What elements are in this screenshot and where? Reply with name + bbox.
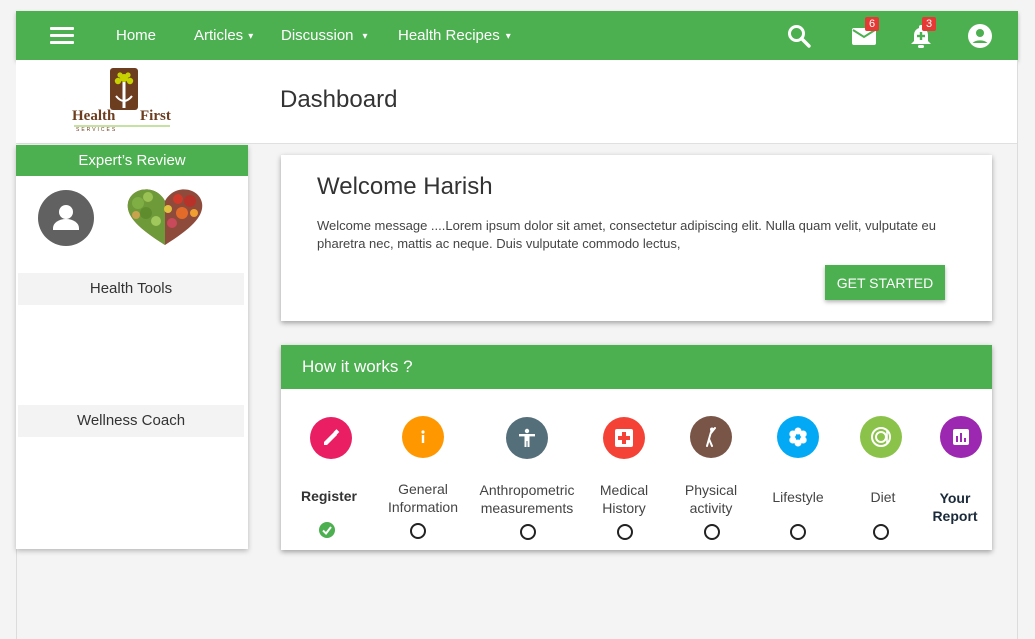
body-icon xyxy=(519,428,535,447)
notification-count-badge: 3 xyxy=(922,17,936,31)
welcome-title: Welcome Harish xyxy=(317,173,493,200)
search-icon[interactable] xyxy=(786,23,812,49)
step-diet-button[interactable] xyxy=(860,416,902,458)
health-first-logo: Health First SERVICES xyxy=(72,68,172,133)
health-tools-section[interactable]: Health Tools xyxy=(18,273,244,305)
menu-icon[interactable] xyxy=(50,27,74,45)
step-general-information-label: General Information xyxy=(387,481,459,515)
nav-home[interactable]: Home xyxy=(116,27,156,44)
chevron-down-icon: ▾ xyxy=(505,31,511,42)
step-diet-radio[interactable] xyxy=(873,524,889,540)
medical-cross-icon xyxy=(615,429,633,447)
mail-count-badge: 6 xyxy=(865,17,879,31)
step-register-check-icon[interactable] xyxy=(319,522,335,538)
nav-discussion-label: Discussion xyxy=(281,27,354,44)
notifications-icon[interactable]: 3 xyxy=(908,17,936,49)
step-medical-history-button[interactable] xyxy=(603,417,645,459)
wellness-coach-section[interactable]: Wellness Coach xyxy=(18,405,244,437)
nav-home-label: Home xyxy=(116,27,157,44)
info-icon xyxy=(421,430,425,443)
healthy-food-heart-image xyxy=(124,187,206,247)
nav-articles-label: Articles xyxy=(194,27,244,44)
experts-review-header[interactable]: Expert’s Review xyxy=(16,145,248,176)
chevron-down-icon: ▾ xyxy=(248,31,254,42)
mail-icon[interactable]: 6 xyxy=(851,17,879,49)
welcome-card: Welcome Harish Welcome message ....Lorem… xyxy=(281,155,992,321)
logo-word-left: Health xyxy=(72,108,116,124)
step-medical-history-radio[interactable] xyxy=(617,524,633,540)
content-border-left xyxy=(16,549,17,639)
plate-icon xyxy=(871,427,891,447)
step-your-report-button[interactable] xyxy=(940,416,982,458)
chevron-down-icon: ▾ xyxy=(362,31,368,42)
logo-word-right: First xyxy=(140,108,171,124)
step-general-information-button[interactable] xyxy=(402,416,444,458)
page-title: Dashboard xyxy=(280,86,398,113)
how-it-works-card: How it works ? Register General Informati… xyxy=(281,345,992,550)
step-anthropometric-button[interactable] xyxy=(506,417,548,459)
exercise-icon xyxy=(706,427,716,447)
logo-subtitle: SERVICES xyxy=(76,127,118,133)
nav-health-recipes[interactable]: Health Recipes ▾ xyxy=(398,27,511,44)
left-sidebar: Expert’s Review Health Tools Wellness Co… xyxy=(16,145,248,549)
account-icon[interactable] xyxy=(967,23,993,49)
nav-health-recipes-label: Health Recipes xyxy=(398,27,500,44)
nav-discussion[interactable]: Discussion ▾ xyxy=(281,27,368,44)
page-header: Health First SERVICES Dashboard xyxy=(16,60,1018,144)
step-physical-activity-radio[interactable] xyxy=(704,524,720,540)
avatar[interactable] xyxy=(38,190,94,246)
pencil-icon xyxy=(324,429,340,445)
step-lifestyle-radio[interactable] xyxy=(790,524,806,540)
step-lifestyle-button[interactable] xyxy=(777,416,819,458)
step-general-information-radio[interactable] xyxy=(410,523,426,539)
get-started-button[interactable]: GET STARTED xyxy=(825,265,945,300)
how-it-works-header: How it works ? xyxy=(281,345,992,389)
welcome-message: Welcome message ....Lorem ipsum dolor si… xyxy=(317,218,936,251)
top-nav-bar: Home Articles ▾ Discussion ▾ Health Recipe… xyxy=(16,11,1018,60)
flower-icon xyxy=(789,427,807,447)
step-physical-activity-button[interactable] xyxy=(690,416,732,458)
report-icon xyxy=(953,429,969,445)
step-anthropometric-radio[interactable] xyxy=(520,524,536,540)
nav-articles[interactable]: Articles ▾ xyxy=(194,27,253,44)
content-border-right xyxy=(1017,60,1018,639)
step-register-button[interactable] xyxy=(310,417,352,459)
step-your-report-label: Your Report xyxy=(932,490,978,524)
